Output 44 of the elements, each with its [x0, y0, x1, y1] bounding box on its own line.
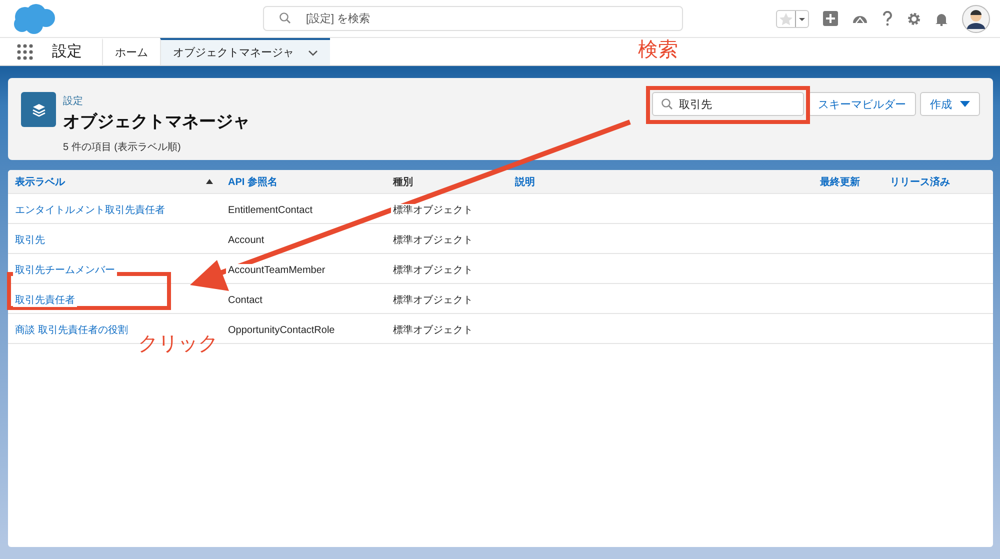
- table-cell: OpportunityContactRole: [226, 324, 337, 336]
- column-header[interactable]: API 参照名: [221, 174, 386, 188]
- layers-icon: [21, 92, 56, 127]
- avatar[interactable]: [962, 4, 990, 32]
- search-icon: [661, 98, 673, 110]
- table-cell: Contact: [226, 294, 264, 306]
- object-link[interactable]: 取引先責任者: [13, 294, 77, 306]
- caret-icon: [795, 10, 808, 26]
- help-icon[interactable]: [882, 11, 893, 26]
- table-cell: Account: [226, 234, 266, 246]
- search-field[interactable]: 取引先: [652, 92, 804, 116]
- nav-tab[interactable]: オブジェクトマネージャ: [160, 38, 330, 65]
- bell-icon[interactable]: [935, 12, 948, 26]
- search-field[interactable]: [設定] を検索: [263, 6, 683, 31]
- column-header[interactable]: リリース済み: [883, 174, 993, 188]
- page-title: オブジェクトマネージャ: [63, 111, 250, 133]
- column-label[interactable]: 表示ラベル: [15, 174, 65, 188]
- sort-ascending-icon[interactable]: [206, 179, 213, 184]
- object-link[interactable]: エンタイトルメント取引先責任者: [13, 204, 167, 216]
- app-launcher-icon[interactable]: [16, 43, 34, 61]
- chevron-down-icon[interactable]: [308, 48, 318, 56]
- dropdown-button[interactable]: 作成: [920, 92, 980, 116]
- table-cell: AccountTeamMember: [226, 264, 328, 276]
- app-title: 設定: [52, 42, 82, 61]
- column-header[interactable]: 最終更新: [813, 174, 883, 188]
- favorites-button[interactable]: [776, 10, 809, 28]
- column-header[interactable]: 表示ラベル: [8, 174, 221, 188]
- object-link[interactable]: 取引先: [13, 234, 47, 246]
- caret-icon: [960, 101, 970, 107]
- schema-button[interactable]: スキーマビルダー: [808, 92, 916, 116]
- object-link[interactable]: 取引先チームメンバー: [13, 264, 117, 276]
- item-count: 5 件の項目 (表示ラベル順): [63, 140, 182, 154]
- settings-icon[interactable]: [907, 12, 921, 26]
- object-link[interactable]: 商談 取引先責任者の役割: [13, 324, 130, 336]
- table-cell: EntitlementContact: [226, 204, 314, 216]
- star-icon: [777, 10, 795, 26]
- column-header[interactable]: 種別: [386, 174, 508, 188]
- add-icon[interactable]: [823, 11, 838, 26]
- column-header[interactable]: 説明: [508, 174, 813, 188]
- cloud-logo: [12, 2, 56, 34]
- annotation-label: 検索: [638, 38, 678, 63]
- search-icon: [279, 12, 291, 24]
- breadcrumb-link[interactable]: 設定: [63, 94, 250, 108]
- annotation-label: クリック: [138, 332, 218, 357]
